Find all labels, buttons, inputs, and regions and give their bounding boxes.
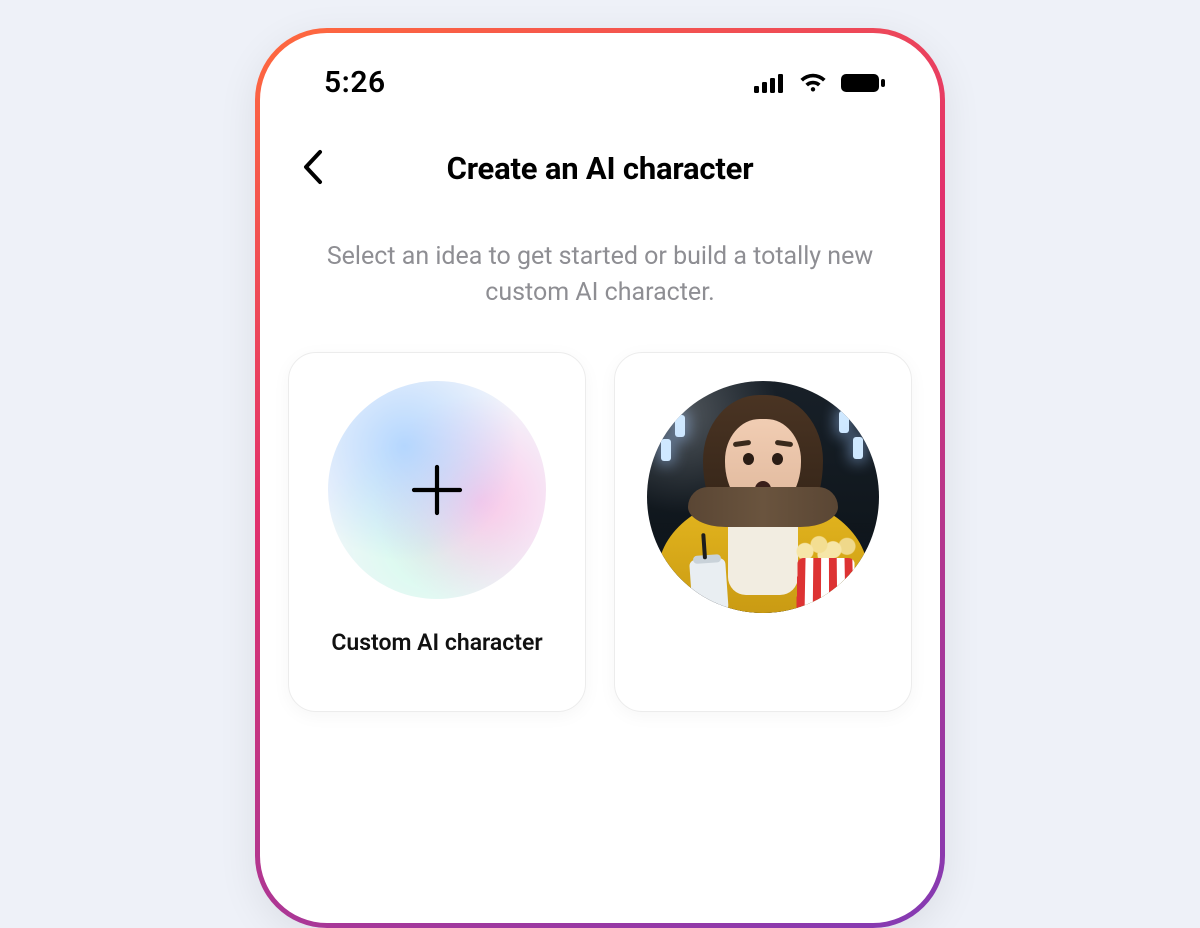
- options-row: Custom AI character: [260, 352, 940, 712]
- back-button[interactable]: [290, 147, 334, 191]
- page-header: Create an AI character: [260, 110, 940, 205]
- custom-character-circle: [328, 381, 546, 599]
- signal-icon: [754, 73, 786, 93]
- status-time: 5:26: [324, 65, 386, 100]
- phone-frame: 5:26: [255, 28, 945, 928]
- wifi-icon: [798, 72, 828, 94]
- plus-icon: [408, 461, 466, 519]
- phone-screen: 5:26: [260, 33, 940, 923]
- character-avatar: [647, 381, 879, 613]
- page-title: Create an AI character: [296, 150, 904, 187]
- page-subtitle: Select an idea to get started or build a…: [260, 205, 940, 352]
- status-bar: 5:26: [260, 33, 940, 110]
- status-icons: [754, 72, 886, 94]
- custom-character-label: Custom AI character: [331, 629, 542, 656]
- drink-cup-icon: [689, 557, 729, 612]
- custom-character-card[interactable]: Custom AI character: [288, 352, 586, 712]
- popcorn-icon: [791, 531, 861, 613]
- chevron-left-icon: [300, 149, 324, 189]
- battery-icon: [840, 72, 886, 94]
- suggested-character-card[interactable]: [614, 352, 912, 712]
